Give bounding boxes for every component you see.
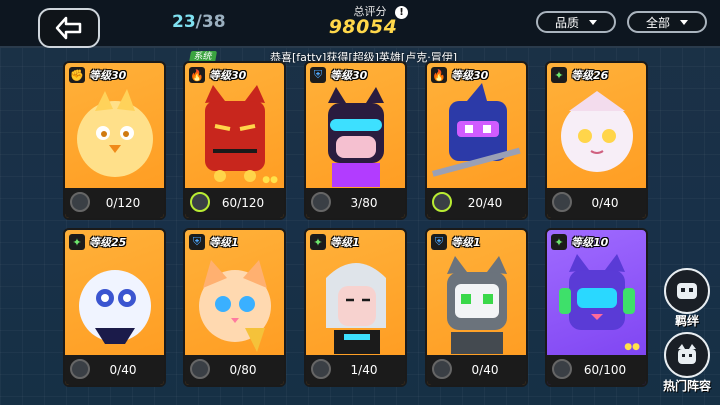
level-row: ✦ 等级1 — [310, 234, 360, 250]
hero-level: 等级30 — [209, 69, 247, 82]
hero-avatar-icon — [190, 359, 210, 379]
category-filter-label: 全部 — [645, 15, 670, 30]
hero-portrait-white-girl — [561, 91, 633, 172]
total-count: 38 — [201, 12, 226, 32]
shield-icon: ⛨ — [310, 67, 326, 83]
hero-card[interactable]: ⛨ 等级1 0/80 — [183, 228, 286, 387]
hero-portrait-silver-hair — [326, 263, 386, 354]
level-row: 🔥 等级30 — [189, 67, 246, 83]
hero-level: 等级1 — [451, 236, 481, 249]
category-filter-dropdown[interactable]: 全部 — [627, 11, 707, 33]
back-arrow-icon — [55, 16, 82, 40]
shard-progress: 0/120 — [105, 196, 141, 210]
flame-icon: 🔥 — [189, 67, 205, 83]
hero-level: 等级25 — [89, 236, 127, 249]
hero-card[interactable]: ⛨ 等级1 0/40 — [425, 228, 528, 387]
sparkle-icon: ✦ — [69, 234, 85, 250]
flame-icon: 🔥 — [431, 67, 447, 83]
shard-progress: 60/100 — [583, 363, 627, 377]
hero-level: 等级10 — [571, 236, 609, 249]
quality-filter-dropdown[interactable]: 品质 — [536, 11, 616, 33]
hero-level: 等级30 — [451, 69, 489, 82]
hero-card[interactable]: ✦ 等级26 0/40 — [545, 61, 648, 220]
hero-level: 等级1 — [330, 236, 360, 249]
hero-card[interactable]: ✦ 等级10 ●● 60/100 — [545, 228, 648, 387]
fist-icon: ✊ — [69, 67, 85, 83]
shard-progress: 3/80 — [350, 196, 378, 210]
link-robot-icon — [677, 283, 697, 299]
hero-card[interactable]: ✊ 等级30 0/120 — [63, 61, 166, 220]
bond-button[interactable] — [664, 268, 710, 314]
hero-card[interactable]: ✦ 等级25 0/40 — [63, 228, 166, 387]
info-icon[interactable]: ! — [395, 6, 408, 19]
hero-level: 等级26 — [571, 69, 609, 82]
hero-portrait-purple-ninja — [328, 87, 384, 187]
shard-progress: 0/40 — [591, 196, 619, 210]
sparkle-icon: ✦ — [310, 234, 326, 250]
popular-lineup-button[interactable] — [664, 332, 710, 378]
hero-avatar-icon — [552, 359, 572, 379]
shard-progress: 1/40 — [350, 363, 378, 377]
level-row: ✦ 等级10 — [551, 234, 608, 250]
coin-icon: ●● — [262, 175, 278, 185]
coin-icon: ●● — [624, 342, 640, 352]
level-row: ⛨ 等级1 — [189, 234, 239, 250]
popular-lineup-label: 热门阵容 — [662, 379, 711, 393]
hero-card[interactable]: 🔥 等级30 20/40 — [425, 61, 528, 220]
level-row: ✊ 等级30 — [69, 67, 126, 83]
quality-filter-label: 品质 — [554, 15, 579, 30]
top-bar: 23/38 总评分 98054 ! 品质 全部 — [0, 0, 720, 48]
hero-portrait-robot-scientist — [79, 270, 151, 344]
hero-avatar-icon — [311, 359, 331, 379]
shard-progress: 60/120 — [221, 196, 265, 210]
hero-portrait-chick — [77, 89, 153, 177]
shield-icon: ⛨ — [189, 234, 205, 250]
chevron-down-icon — [589, 19, 597, 25]
hero-avatar-icon — [70, 359, 90, 379]
sparkle-icon: ✦ — [551, 67, 567, 83]
collection-count: 23/38 — [172, 12, 226, 32]
hero-level: 等级1 — [209, 236, 239, 249]
shield-icon: ⛨ — [431, 234, 447, 250]
hero-portrait-gray-robot-cat — [447, 256, 507, 354]
hero-avatar-icon — [70, 192, 90, 212]
hero-portrait-orange-cat — [199, 260, 271, 352]
level-row: ✦ 等级25 — [69, 234, 126, 250]
score-value: 98054 — [328, 16, 398, 38]
hero-avatar-icon — [432, 359, 452, 379]
hero-card[interactable]: ✦ 等级1 1/40 — [304, 228, 407, 387]
level-row: ✦ 等级26 — [551, 67, 608, 83]
lineup-cat-icon — [678, 344, 696, 364]
hero-avatar-icon — [190, 192, 210, 212]
level-row: 🔥 等级30 — [431, 67, 488, 83]
hero-avatar-icon — [311, 192, 331, 212]
hero-level: 等级30 — [89, 69, 127, 82]
level-row: ⛨ 等级30 — [310, 67, 367, 83]
collected-count: 23 — [172, 12, 196, 32]
shard-progress: 0/80 — [229, 363, 257, 377]
shard-progress: 20/40 — [467, 196, 503, 210]
level-row: ⛨ 等级1 — [431, 234, 481, 250]
chevron-down-icon — [680, 19, 688, 25]
hero-card[interactable]: ⛨ 等级30 3/80 — [304, 61, 407, 220]
bond-label: 羁绊 — [674, 314, 699, 328]
hero-portrait-blue-ninja — [432, 83, 521, 177]
shard-progress: 0/40 — [109, 363, 137, 377]
hero-level: 等级30 — [330, 69, 368, 82]
back-button[interactable] — [38, 8, 100, 48]
shard-progress: 0/40 — [471, 363, 499, 377]
hero-card[interactable]: 🔥 等级30 ●● 60/120 — [183, 61, 286, 220]
sparkle-icon: ✦ — [551, 234, 567, 250]
hero-avatar-icon — [552, 192, 572, 212]
hero-avatar-icon — [432, 192, 452, 212]
